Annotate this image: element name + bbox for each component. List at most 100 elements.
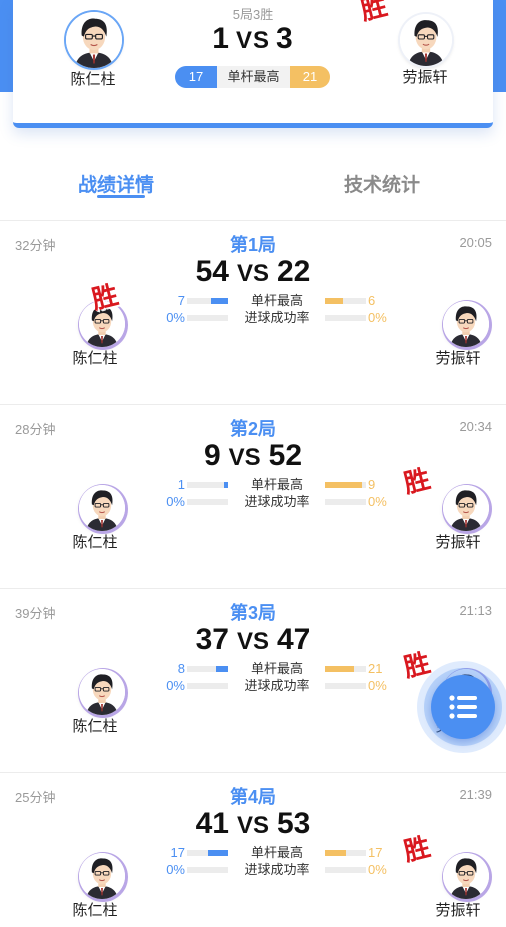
game-time: 20:34	[459, 419, 492, 434]
avatar[interactable]	[79, 853, 125, 899]
left-game-score: 37	[195, 623, 229, 656]
tab-match-details[interactable]: 战绩详情	[78, 170, 154, 197]
highest-break-label: 单杆最高	[250, 477, 303, 492]
winner-stamp: 胜	[400, 832, 434, 868]
player-avatar-icon	[79, 485, 125, 531]
vs-label: VS	[236, 812, 269, 839]
left-highest-break-bar	[187, 850, 228, 856]
avatar[interactable]	[79, 669, 125, 715]
match-score: 1 VS 3	[163, 22, 343, 56]
right-game-score: 47	[277, 623, 311, 656]
avatar[interactable]	[443, 485, 489, 531]
game-time: 20:05	[459, 235, 492, 250]
game-title: 第3局	[229, 603, 276, 623]
left-potting-rate-bar	[187, 867, 228, 873]
left-potting-rate: 0%	[166, 862, 185, 877]
right-highest-break-fill	[325, 666, 354, 672]
left-player-name: 陈仁柱	[72, 902, 118, 919]
right-highest-break-bar	[325, 666, 366, 672]
player-avatar-icon	[66, 12, 122, 68]
left-highest-break: 17	[175, 66, 217, 88]
tab-technical-stats[interactable]: 技术统计	[344, 170, 420, 197]
player-avatar-icon	[400, 14, 452, 66]
highest-break-label: 单杆最高	[250, 293, 303, 308]
potting-success-label: 进球成功率	[244, 310, 310, 325]
right-highest-break-fill	[325, 482, 362, 488]
right-game-score: 22	[277, 255, 311, 288]
game-row[interactable]: 25分钟 第4局 21:39 41 VS 53 17 单杆最高 17 0% 进球成功…	[0, 773, 506, 927]
left-potting-rate: 0%	[166, 494, 185, 509]
left-player-name: 陈仁柱	[72, 718, 118, 735]
left-highest-break-fill	[215, 666, 228, 672]
right-potting-rate: 0%	[368, 310, 387, 325]
winner-stamp: 胜	[88, 280, 122, 316]
left-highest-break-fill	[211, 298, 228, 304]
player-avatar-icon	[443, 485, 489, 531]
right-game-score: 52	[268, 439, 303, 472]
right-game-score: 53	[277, 807, 311, 840]
player-avatar-icon	[443, 301, 489, 347]
right-highest-break: 21	[368, 661, 383, 676]
game-duration: 32分钟	[15, 238, 56, 253]
left-potting-rate-bar	[187, 683, 228, 689]
right-highest-break: 17	[368, 845, 383, 860]
player-avatar-icon	[443, 853, 489, 899]
highest-break-stat: 1 单杆最高 9	[160, 477, 390, 493]
list-menu-icon	[449, 695, 477, 719]
right-highest-break-fill	[325, 298, 344, 304]
vs-label: VS	[235, 27, 270, 54]
game-score: 41 VS 53	[150, 807, 356, 841]
left-highest-break-bar	[187, 666, 228, 672]
left-highest-break: 1	[177, 477, 185, 492]
menu-button[interactable]	[431, 675, 495, 739]
highest-break-comparison: 17 单杆最高 21	[175, 66, 330, 88]
game-title: 第2局	[229, 419, 276, 439]
right-highest-break-fill	[325, 850, 346, 856]
left-match-score: 1	[212, 22, 230, 55]
avatar[interactable]	[400, 14, 452, 66]
right-potting-rate-bar	[325, 315, 366, 321]
game-duration: 25分钟	[15, 790, 56, 805]
highest-break-label: 单杆最高	[227, 69, 280, 84]
left-potting-rate: 0%	[166, 678, 185, 693]
potting-success-stat: 0% 进球成功率 0%	[160, 494, 390, 510]
match-format: 5局3胜	[232, 7, 274, 22]
vs-label: VS	[236, 260, 269, 287]
avatar[interactable]	[66, 12, 122, 68]
right-highest-break-bar	[325, 850, 366, 856]
right-highest-break: 9	[368, 477, 376, 492]
left-game-score: 9	[203, 439, 221, 472]
left-player-name: 陈仁柱	[72, 350, 118, 367]
right-potting-rate-bar	[325, 683, 366, 689]
right-player-name: 劳振轩	[435, 350, 481, 367]
left-highest-break-fill	[223, 482, 228, 488]
game-score: 9 VS 52	[150, 439, 356, 473]
avatar[interactable]	[443, 853, 489, 899]
avatar[interactable]	[79, 485, 125, 531]
potting-success-stat: 0% 进球成功率 0%	[160, 310, 390, 326]
game-time: 21:13	[459, 603, 492, 618]
game-row[interactable]: 32分钟 第1局 20:05 54 VS 22 7 单杆最高 6 0% 进球成功率 …	[0, 221, 506, 405]
player-avatar-icon	[79, 669, 125, 715]
potting-success-stat: 0% 进球成功率 0%	[160, 862, 390, 878]
right-potting-rate-bar	[325, 499, 366, 505]
game-duration: 39分钟	[15, 606, 56, 621]
game-time: 21:39	[459, 787, 492, 802]
right-highest-break-bar	[325, 482, 366, 488]
potting-success-label: 进球成功率	[244, 678, 310, 693]
avatar[interactable]	[443, 301, 489, 347]
game-row[interactable]: 28分钟 第2局 20:34 9 VS 52 1 单杆最高 9 0% 进球成功率 0…	[0, 405, 506, 589]
left-game-score: 41	[195, 807, 229, 840]
game-title: 第1局	[229, 235, 276, 255]
potting-success-label: 进球成功率	[244, 494, 310, 509]
left-highest-break: 8	[177, 661, 185, 676]
left-highest-break: 7	[177, 293, 185, 308]
left-highest-break-fill	[207, 850, 228, 856]
left-potting-rate-bar	[187, 315, 228, 321]
vs-label: VS	[228, 444, 261, 471]
potting-success-stat: 0% 进球成功率 0%	[160, 678, 390, 694]
highest-break-label: 单杆最高	[250, 661, 303, 676]
winner-stamp: 胜	[400, 464, 434, 500]
right-potting-rate-bar	[325, 867, 366, 873]
player-avatar-icon	[79, 853, 125, 899]
